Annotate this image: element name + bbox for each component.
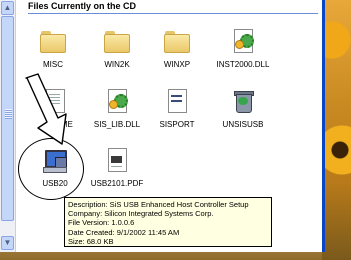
folder-icon [103,28,131,54]
file-info-tooltip: Description: SiS USB Enhanced Host Contr… [64,197,272,247]
folder-icon [163,28,191,54]
text-document-icon [41,88,69,114]
uninstall-icon [229,88,257,114]
tooltip-description: Description: SiS USB Enhanced Host Contr… [68,200,249,209]
scrollbar-thumb[interactable] [1,16,14,221]
tooltip-size: Size: 68.0 KB [68,236,114,246]
file-item-sisport[interactable]: SISPORT [142,88,212,129]
group-header-divider [28,13,318,14]
vertical-scrollbar[interactable]: ▲ ▼ [0,0,16,252]
file-item-inst2000-dll[interactable]: INST2000.DLL [208,28,278,69]
file-item-unsisusb[interactable]: UNSISUSB [208,88,278,129]
scrollbar-grip-icon [5,109,12,119]
file-item-usb2101-pdf[interactable]: USB2101.PDF [82,147,152,188]
file-item-misc[interactable]: MISC [18,28,88,69]
pdf-document-icon [103,147,131,173]
desktop-wallpaper-flower [322,0,351,260]
tooltip-version: File Version: 1.0.0.6 [68,218,135,228]
scroll-down-button[interactable]: ▼ [1,236,14,250]
file-item-winxp[interactable]: WINXP [142,28,212,69]
file-label: WINXP [163,60,191,69]
tooltip-company: Company: Silicon Integrated Systems Corp… [68,209,214,219]
file-label: USB2101.PDF [90,179,144,188]
file-label: INST2000.DLL [216,60,270,69]
tooltip-date: Date Created: 9/1/2002 11:45 AM [68,227,180,237]
dll-file-icon [103,88,131,114]
file-label: DME [55,120,73,129]
application-icon [163,88,191,114]
scroll-up-button[interactable]: ▲ [1,1,14,15]
folder-icon [39,28,67,54]
highlight-circle [18,138,84,200]
file-item-readme[interactable]: DME [20,88,90,129]
file-label: MISC [43,60,63,69]
dll-file-icon [229,28,257,54]
file-label: SISPORT [159,120,195,129]
group-header: Files Currently on the CD [28,1,137,11]
file-label: UNSISUSB [222,120,264,129]
